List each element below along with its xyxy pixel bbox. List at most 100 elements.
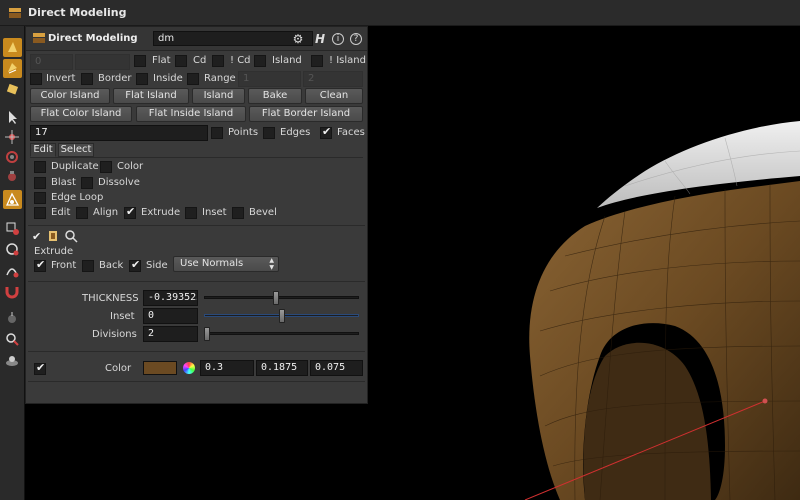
- parameter-panel: Direct Modeling dm ⚙ H i ? 0 Flat Cd ! C…: [25, 26, 368, 404]
- not-island-checkbox[interactable]: [311, 55, 323, 67]
- edit-op-checkbox[interactable]: [34, 207, 46, 219]
- inset-slider-handle[interactable]: [278, 309, 285, 323]
- color-enable-checkbox[interactable]: [34, 361, 46, 375]
- side-checkbox[interactable]: [129, 258, 141, 272]
- direct-modeling-node-icon: [9, 7, 21, 18]
- window-title: Direct Modeling: [28, 6, 127, 19]
- divisions-slider-handle[interactable]: [204, 327, 210, 341]
- move-tool-icon[interactable]: [3, 128, 22, 147]
- transform-node-tool-icon[interactable]: [3, 59, 22, 78]
- info-icon[interactable]: i: [332, 33, 344, 45]
- front-label: Front: [51, 260, 77, 271]
- thickness-slider-track[interactable]: [204, 296, 359, 299]
- inset-field[interactable]: 0: [143, 308, 198, 324]
- range-end-field: 2: [303, 71, 363, 87]
- front-checkbox[interactable]: [34, 258, 46, 272]
- divisions-field[interactable]: 2: [143, 326, 198, 342]
- flat-border-island-button[interactable]: Flat Border Island: [249, 106, 363, 122]
- extrude-label: Extrude: [141, 207, 181, 218]
- thickness-slider-handle[interactable]: [272, 291, 279, 305]
- border-checkbox[interactable]: [81, 73, 93, 85]
- node-name-field[interactable]: dm: [153, 31, 313, 46]
- color-r-field[interactable]: 0.3: [200, 360, 254, 376]
- cd-label: Cd: [193, 55, 207, 66]
- gear-icon[interactable]: ⚙: [290, 31, 306, 47]
- color-swatch[interactable]: [143, 361, 177, 375]
- edge-loop-checkbox[interactable]: [34, 192, 46, 204]
- dissolve-checkbox[interactable]: [81, 177, 93, 189]
- divisions-label: Divisions: [92, 329, 137, 340]
- color-island-button[interactable]: Color Island: [30, 88, 110, 104]
- left-toolbar: [0, 26, 25, 500]
- pointer-tool-icon[interactable]: [3, 108, 22, 127]
- bucket-icon[interactable]: [46, 229, 60, 243]
- selection-field[interactable]: 17: [30, 125, 208, 141]
- bevel-label: Bevel: [249, 207, 277, 218]
- island-checkbox[interactable]: [254, 55, 266, 67]
- blast-checkbox[interactable]: [34, 177, 46, 189]
- faces-checkbox[interactable]: [320, 125, 332, 139]
- duplicate-checkbox[interactable]: [34, 161, 46, 173]
- inset-op-checkbox[interactable]: [185, 207, 197, 219]
- inside-label: Inside: [153, 73, 183, 84]
- points-label: Points: [228, 127, 259, 138]
- help-h-icon[interactable]: H: [312, 31, 328, 47]
- duplicate-label: Duplicate: [51, 161, 99, 172]
- tab-divider: [30, 157, 363, 158]
- flat-checkbox[interactable]: [134, 55, 146, 67]
- range-start-field: 1: [238, 71, 301, 87]
- normals-mode-dropdown[interactable]: Use Normals ▲ ▼: [173, 256, 279, 272]
- sculpt-tool-icon[interactable]: [3, 309, 22, 328]
- loop-tool-icon[interactable]: [3, 240, 22, 259]
- rotate-tool-icon[interactable]: [3, 148, 22, 167]
- bevel-checkbox[interactable]: [232, 207, 244, 219]
- tab-select[interactable]: Select: [58, 143, 94, 157]
- edge-loop-label: Edge Loop: [51, 192, 104, 203]
- color-op-checkbox[interactable]: [100, 161, 112, 173]
- island-button[interactable]: Island: [192, 88, 245, 104]
- align-checkbox[interactable]: [76, 207, 88, 219]
- bend-tool-icon[interactable]: [3, 261, 22, 280]
- scale-tool-icon[interactable]: [3, 168, 22, 187]
- normals-mode-value: Use Normals: [180, 258, 244, 269]
- color-op-label: Color: [117, 161, 144, 172]
- invert-checkbox[interactable]: [30, 73, 42, 85]
- edge-tool-icon[interactable]: [3, 219, 22, 238]
- bake-button[interactable]: Bake: [248, 88, 302, 104]
- flat-island-button[interactable]: Flat Island: [113, 88, 189, 104]
- node-type-icon: [33, 33, 45, 43]
- checkmark-icon[interactable]: ✔: [32, 230, 41, 243]
- search-icon[interactable]: [64, 229, 80, 243]
- extrude-section-title: Extrude: [34, 246, 74, 257]
- node-type-label: Direct Modeling: [48, 33, 138, 44]
- flat-inside-island-button[interactable]: Flat Inside Island: [136, 106, 246, 122]
- color-g-field[interactable]: 0.1875: [256, 360, 308, 376]
- select-node-tool-icon[interactable]: [3, 38, 22, 57]
- question-icon[interactable]: ?: [350, 33, 362, 45]
- clean-button[interactable]: Clean: [305, 88, 363, 104]
- color-b-field[interactable]: 0.075: [310, 360, 363, 376]
- range-checkbox[interactable]: [187, 73, 199, 85]
- extrude-checkbox[interactable]: [124, 205, 136, 219]
- paint-node-tool-icon[interactable]: [3, 80, 22, 99]
- tab-edit[interactable]: Edit: [30, 143, 56, 157]
- not-cd-label: ! Cd: [230, 55, 251, 66]
- camera-tool-icon[interactable]: [3, 351, 22, 370]
- divisions-slider-track[interactable]: [204, 332, 359, 335]
- flat-label: Flat: [152, 55, 171, 66]
- points-checkbox[interactable]: [211, 127, 223, 139]
- back-checkbox[interactable]: [82, 260, 94, 272]
- zoom-tool-icon[interactable]: [3, 330, 22, 349]
- color-wheel-icon[interactable]: [183, 362, 195, 374]
- color-divider: [28, 351, 365, 352]
- inside-checkbox[interactable]: [136, 73, 148, 85]
- edit-op-label: Edit: [51, 207, 71, 218]
- inset-label: Inset: [110, 311, 135, 322]
- direct-model-tool-icon[interactable]: [3, 190, 22, 209]
- cd-checkbox[interactable]: [175, 55, 187, 67]
- edges-checkbox[interactable]: [263, 127, 275, 139]
- not-cd-checkbox[interactable]: [212, 55, 224, 67]
- magnet-tool-icon[interactable]: [3, 282, 22, 301]
- thickness-field[interactable]: -0.393523: [143, 290, 198, 306]
- flat-color-island-button[interactable]: Flat Color Island: [30, 106, 132, 122]
